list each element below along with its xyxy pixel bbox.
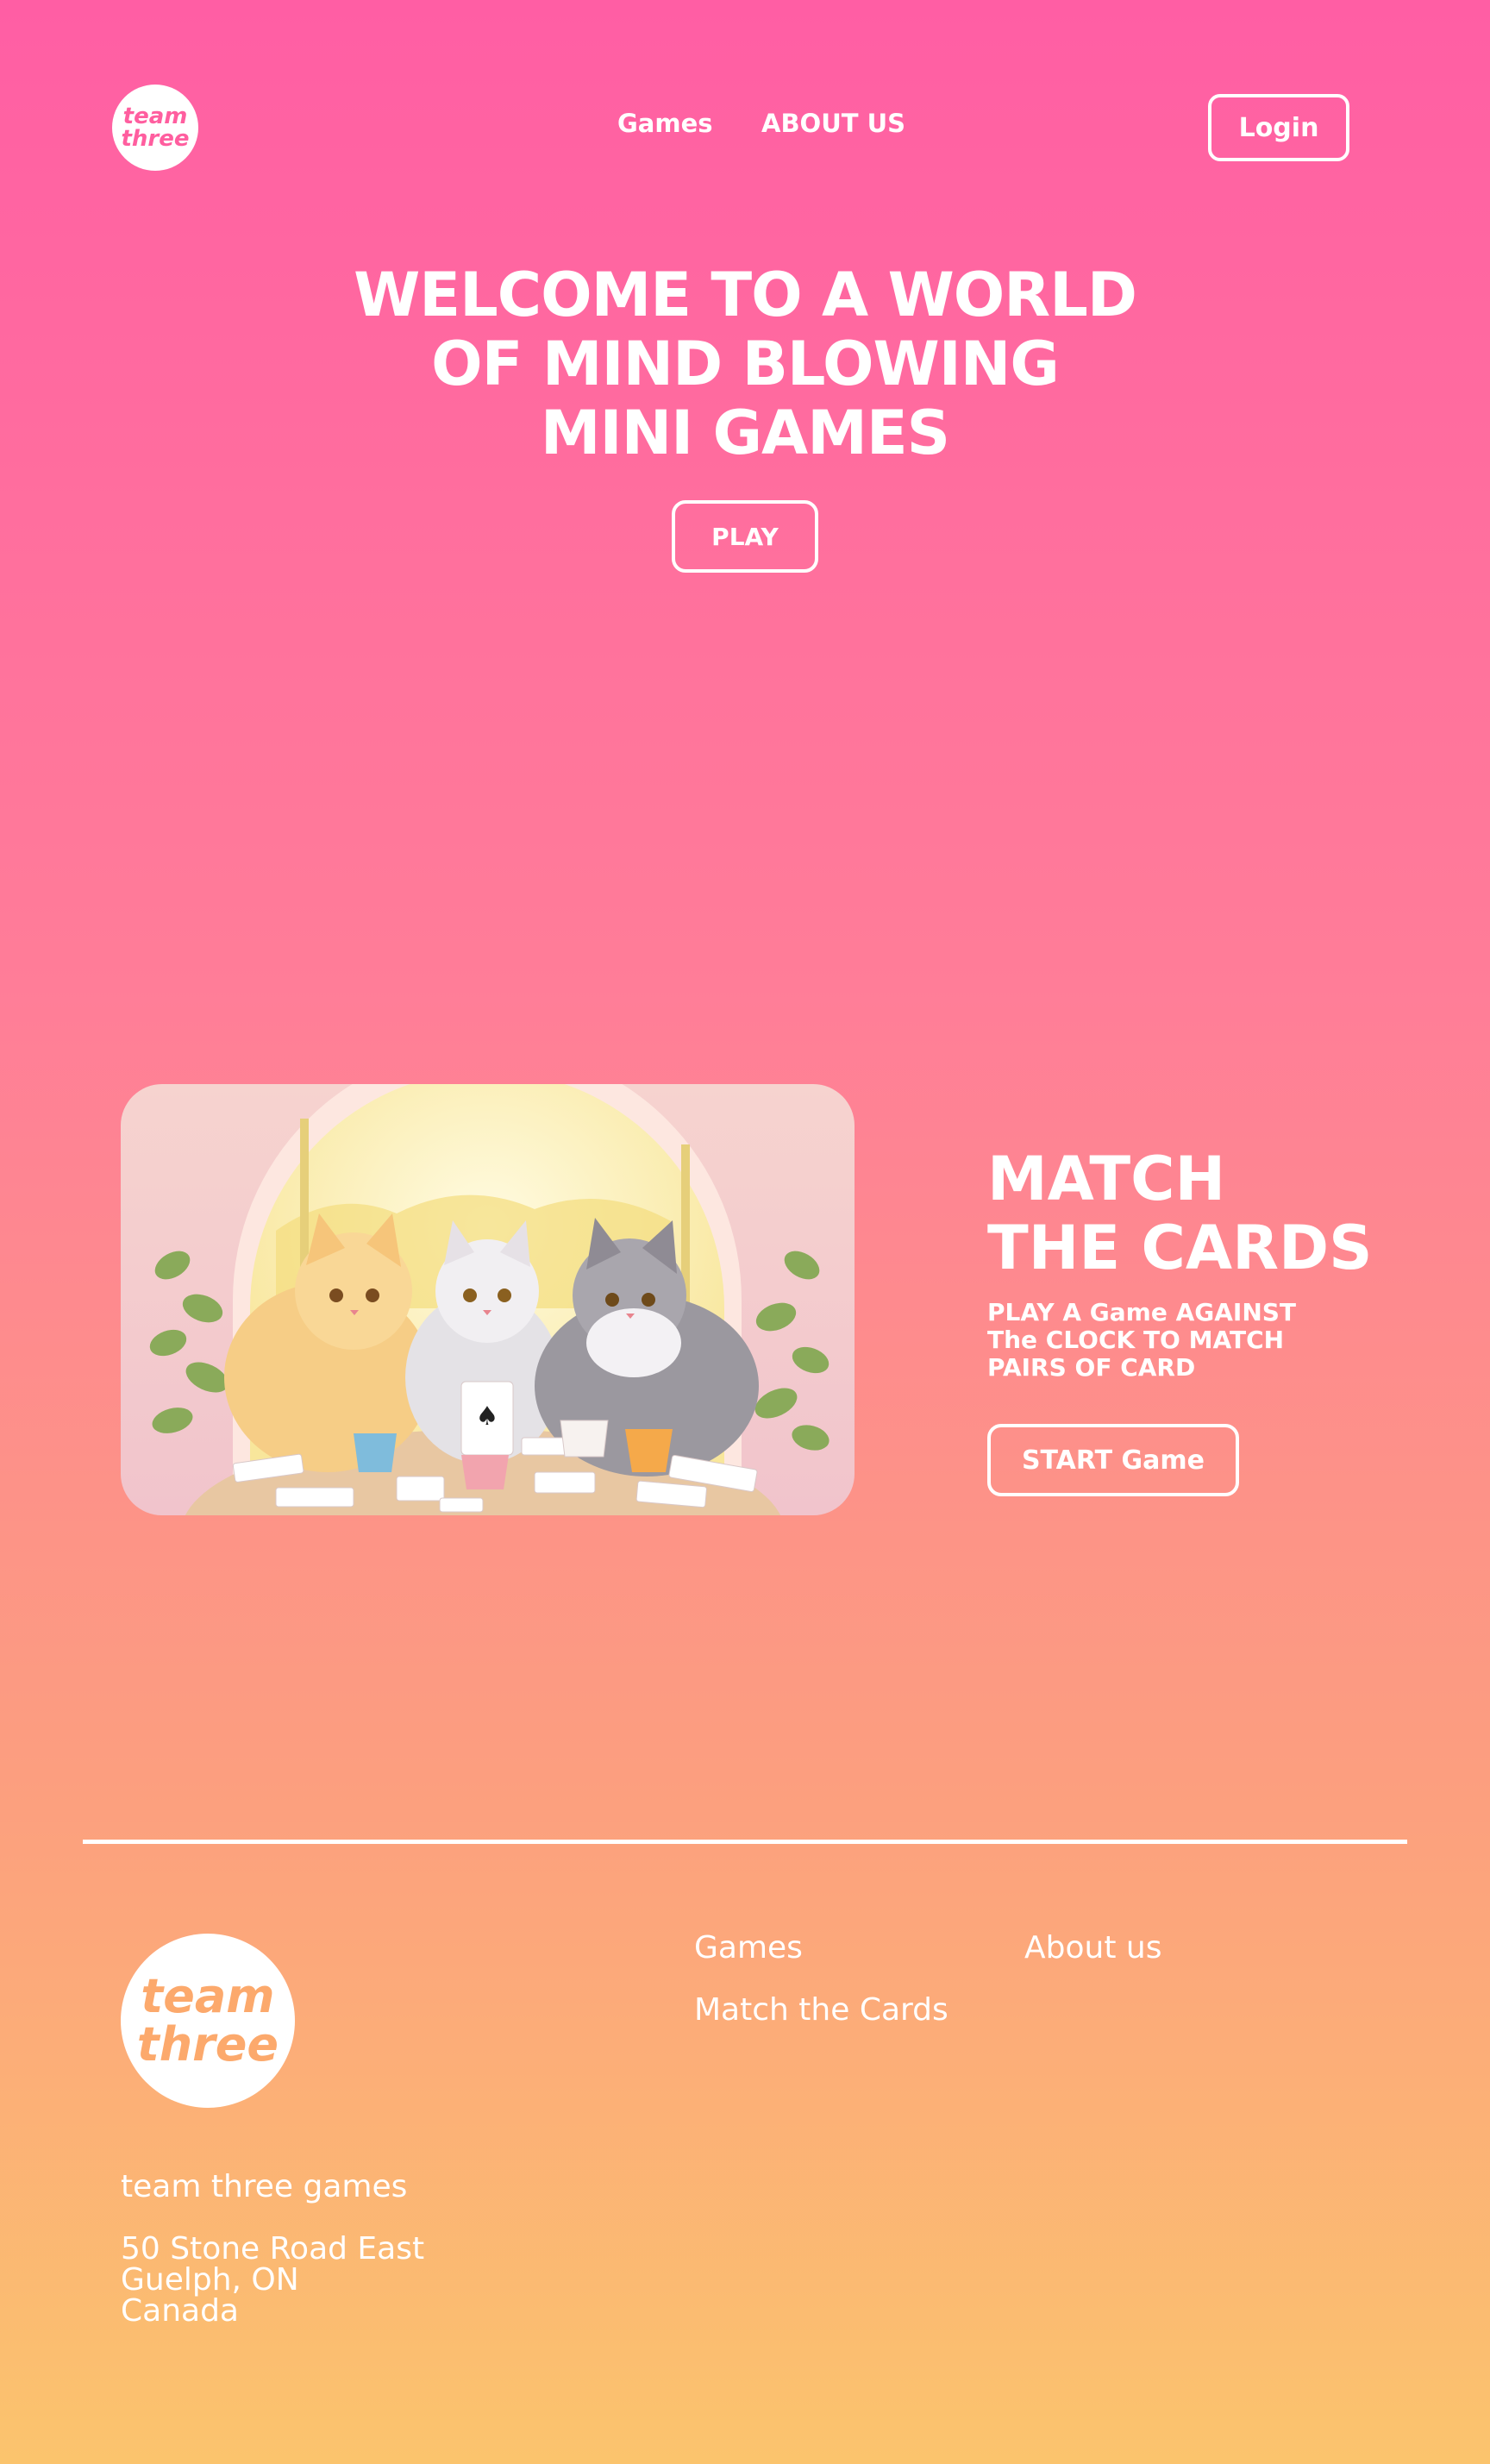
nav-about-us[interactable]: ABOUT US bbox=[761, 109, 905, 138]
game-description-line: PLAY A Game AGAINST bbox=[987, 1298, 1297, 1326]
hero-title-line: WELCOME TO A WORLD bbox=[354, 260, 1137, 330]
nav-games[interactable]: Games bbox=[617, 109, 713, 138]
footer-link-match-the-cards[interactable]: Match the Cards bbox=[694, 1992, 948, 2028]
login-button[interactable]: Login bbox=[1208, 94, 1349, 161]
company-name: team three games bbox=[121, 2169, 408, 2204]
game-description-line: The CLOCK TO MATCH bbox=[987, 1326, 1285, 1354]
cats-playing-cards-illustration: ♠ bbox=[121, 1084, 855, 1515]
address-line: 50 Stone Road East bbox=[121, 2231, 425, 2267]
game-description-line: PAIRS OF CARD bbox=[987, 1353, 1196, 1382]
play-button[interactable]: PLAY bbox=[672, 500, 818, 573]
hero-title-line: OF MIND BLOWING bbox=[431, 329, 1060, 399]
logo-line-1: team bbox=[122, 103, 188, 129]
footer-link-games[interactable]: Games bbox=[694, 1930, 803, 1966]
game-title: MATCH THE CARDS bbox=[987, 1144, 1375, 1282]
footer-logo[interactable]: team three bbox=[121, 1934, 295, 2108]
logo[interactable]: team three bbox=[112, 85, 198, 171]
start-game-button[interactable]: START Game bbox=[987, 1424, 1239, 1496]
hero-title-line: MINI GAMES bbox=[540, 398, 950, 468]
game-cover-image[interactable]: ♠ bbox=[121, 1084, 855, 1515]
address-line: Guelph, ON bbox=[121, 2262, 299, 2298]
address-line: Canada bbox=[121, 2293, 239, 2329]
logo-line-2: three bbox=[121, 126, 190, 152]
svg-text:♠: ♠ bbox=[476, 1401, 499, 1432]
game-title-line: THE CARDS bbox=[987, 1213, 1373, 1283]
footer-link-about[interactable]: About us bbox=[1024, 1930, 1161, 1966]
hero-title: WELCOME TO A WORLD OF MIND BLOWING MINI … bbox=[314, 260, 1176, 467]
game-title-line: MATCH bbox=[987, 1144, 1226, 1214]
footer-logo-line-2: three bbox=[136, 2017, 279, 2072]
footer-logo-line-1: team bbox=[141, 1969, 275, 2023]
footer-divider bbox=[83, 1840, 1407, 1844]
game-description: PLAY A Game AGAINST The CLOCK TO MATCH P… bbox=[987, 1299, 1315, 1382]
